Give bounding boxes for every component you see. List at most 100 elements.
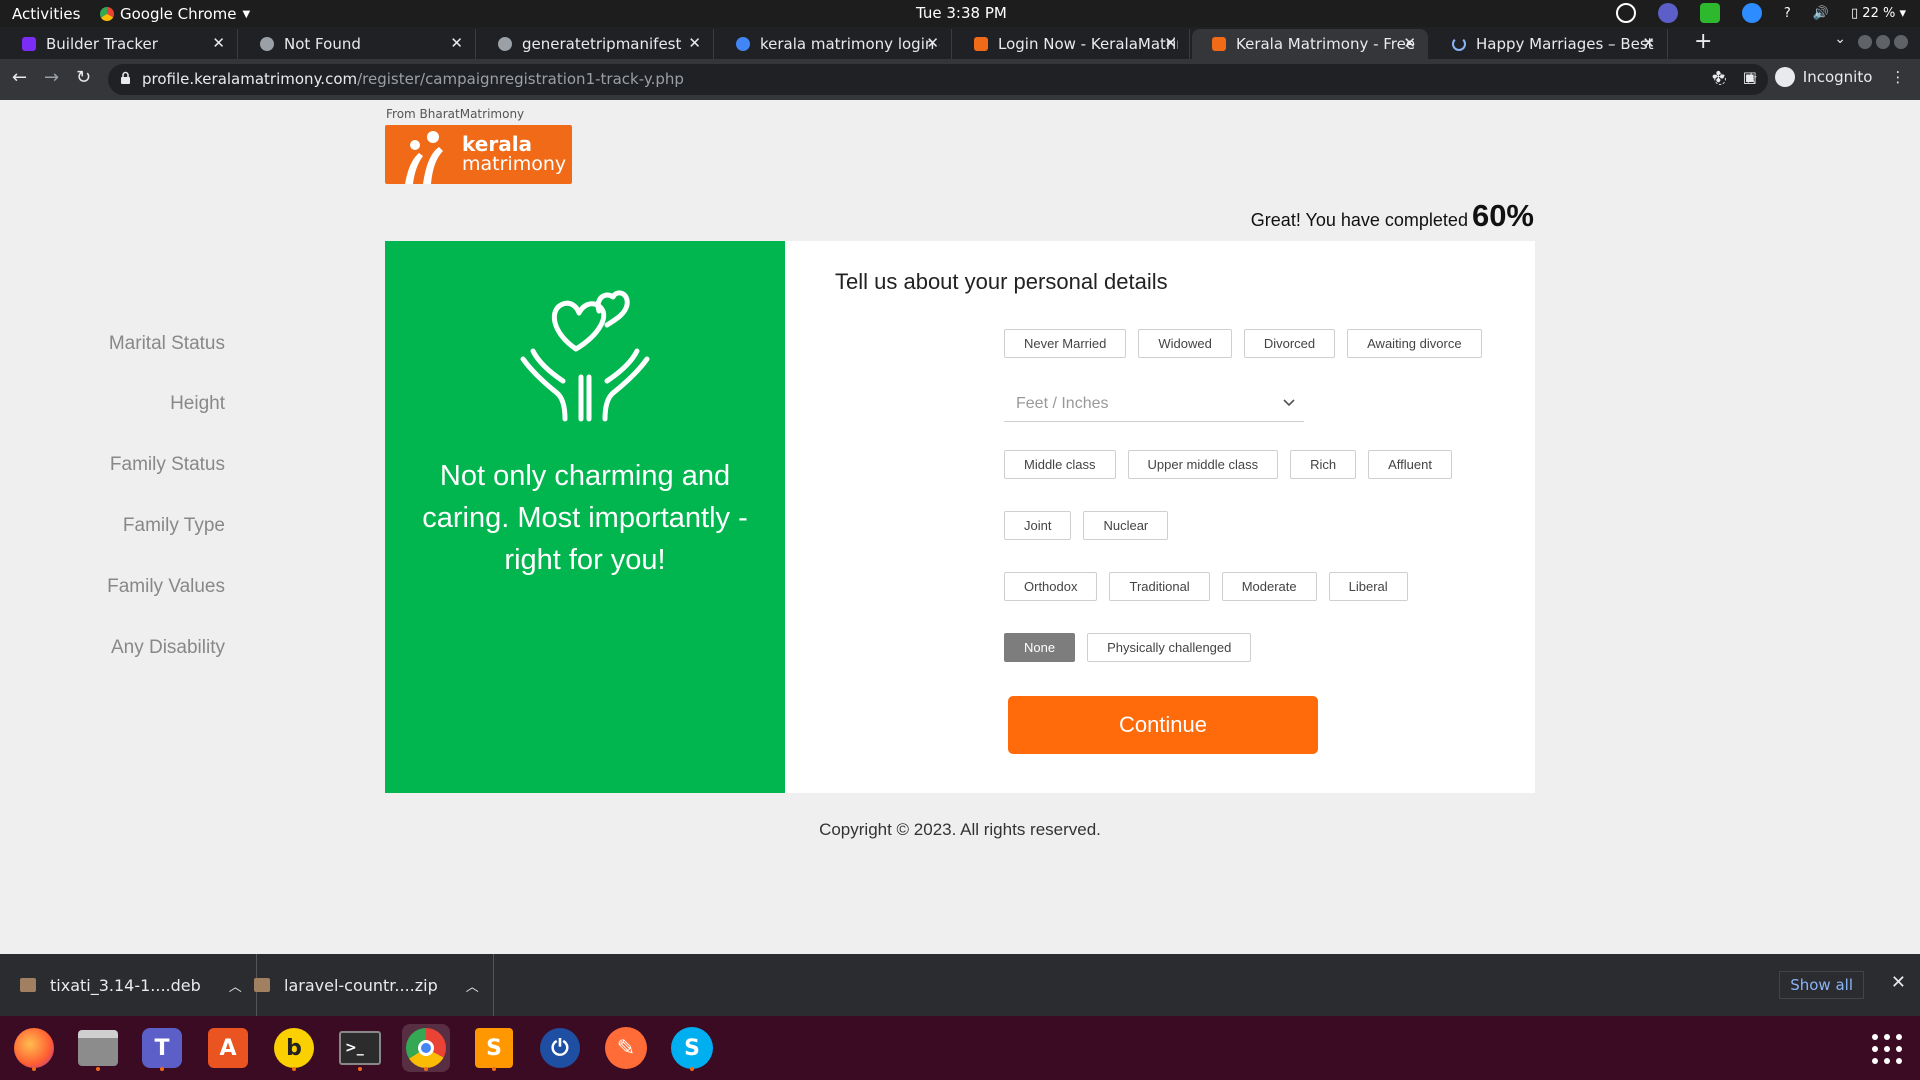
firefox-icon[interactable] — [10, 1024, 58, 1072]
personal-details-form: Tell us about your personal details Mari… — [107, 241, 1535, 793]
close-icon[interactable]: ✕ — [1642, 34, 1655, 52]
height-dropdown[interactable]: Feet / Inches — [1004, 389, 1304, 422]
battery-percent: 22 % — [1862, 5, 1896, 21]
option-upper-middle-class[interactable]: Upper middle class — [1127, 450, 1279, 479]
help-icon[interactable]: ? — [1784, 6, 1791, 21]
postman-icon[interactable]: ✎ — [602, 1024, 650, 1072]
continue-button[interactable]: Continue — [1008, 696, 1318, 754]
close-icon[interactable]: ✕ — [1891, 972, 1906, 993]
minimize-button[interactable] — [1858, 35, 1872, 49]
extensions-puzzle-icon[interactable]: ✤ — [1712, 68, 1725, 86]
option-never-married[interactable]: Never Married — [1004, 329, 1127, 358]
close-icon[interactable]: ✕ — [1403, 34, 1416, 52]
kerala-matrimony-logo[interactable]: kerala matrimony — [385, 125, 572, 184]
tab-google-search[interactable]: kerala matrimony login - C ✕ — [716, 29, 952, 59]
files-icon[interactable] — [74, 1024, 122, 1072]
tab-kerala-matrimony[interactable]: Kerala Matrimony - Free M ✕ — [1192, 29, 1428, 59]
show-applications-icon[interactable] — [1872, 1034, 1902, 1064]
url-path: /register/campaignregistration1-track-y.… — [357, 70, 684, 88]
close-icon[interactable]: ✕ — [212, 34, 225, 52]
option-orthodox[interactable]: Orthodox — [1004, 572, 1098, 601]
sublime-text-icon[interactable]: S — [470, 1024, 518, 1072]
option-nuclear[interactable]: Nuclear — [1083, 511, 1169, 540]
option-joint[interactable]: Joint — [1004, 511, 1072, 540]
option-widowed[interactable]: Widowed — [1138, 329, 1232, 358]
tab-favicon-icon — [22, 37, 36, 51]
disability-options: None Physically challenged — [1004, 633, 1252, 662]
address-bar[interactable]: profile.keralamatrimony.com/register/cam… — [108, 64, 1768, 95]
close-icon[interactable]: ✕ — [1164, 34, 1177, 52]
close-icon[interactable]: ✕ — [926, 34, 939, 52]
skype-icon[interactable]: S — [668, 1024, 716, 1072]
matrimony-favicon-icon — [974, 37, 988, 51]
timer-icon[interactable] — [1615, 3, 1636, 23]
download-item[interactable]: laravel-countr....zip ︿ — [234, 954, 494, 1016]
page-content: From BharatMatrimony kerala matrimony Gr… — [0, 100, 1920, 954]
family-values-options: Orthodox Traditional Moderate Liberal — [1004, 572, 1408, 601]
tab-builder-tracker[interactable]: Builder Tracker ✕ — [2, 29, 238, 59]
kebab-menu-icon[interactable]: ⋮ — [1890, 68, 1905, 86]
teams-tray-icon[interactable] — [1657, 3, 1678, 23]
download-shelf: tixati_3.14-1....deb ︿ laravel-countr...… — [0, 954, 1920, 1016]
time-tracker-icon[interactable]: ⏻ — [536, 1024, 584, 1072]
beekeeper-icon[interactable]: b — [270, 1024, 318, 1072]
side-panel-icon[interactable]: ▣ — [1743, 68, 1757, 86]
option-traditional[interactable]: Traditional — [1109, 572, 1210, 601]
height-label: Height — [170, 393, 225, 414]
lock-icon — [121, 71, 130, 84]
system-tray[interactable]: ? 🔊 ▯ 22 % ▾ — [1615, 3, 1906, 23]
tab-generatetripmanifest[interactable]: generatetripmanifest ✕ — [478, 29, 714, 59]
tab-title: kerala matrimony login - C — [760, 35, 940, 53]
incognito-icon — [1774, 67, 1795, 87]
family-type-label: Family Type — [122, 515, 225, 536]
tab-login-now[interactable]: Login Now - KeralaMatrim ✕ — [954, 29, 1190, 59]
url-host: profile.keralamatrimony.com — [142, 70, 358, 88]
reload-icon[interactable]: ↻ — [76, 67, 91, 88]
option-rich[interactable]: Rich — [1290, 450, 1357, 479]
marital-status-label: Marital Status — [108, 333, 225, 354]
option-middle-class[interactable]: Middle class — [1004, 450, 1116, 479]
close-icon[interactable]: ✕ — [688, 34, 701, 52]
check-tray-icon[interactable] — [1699, 3, 1720, 23]
chrome-dock-icon[interactable] — [402, 1024, 450, 1072]
close-window-button[interactable] — [1894, 35, 1908, 49]
promo-tagline: Not only charming and caring. Most impor… — [422, 460, 748, 576]
activities-button[interactable]: Activities — [12, 5, 80, 23]
battery-indicator[interactable]: ▯ 22 % ▾ — [1851, 6, 1906, 21]
terminal-icon[interactable]: >_ — [336, 1024, 384, 1072]
forward-arrow-icon[interactable]: → — [44, 67, 59, 88]
tab-happy-marriages[interactable]: Happy Marriages – Best M ✕ — [1432, 29, 1668, 59]
download-item[interactable]: tixati_3.14-1....deb ︿ — [0, 954, 257, 1016]
window-controls — [1858, 35, 1908, 49]
option-physically-challenged[interactable]: Physically challenged — [1087, 633, 1252, 662]
option-liberal[interactable]: Liberal — [1328, 572, 1408, 601]
option-awaiting-divorce[interactable]: Awaiting divorce — [1347, 329, 1482, 358]
option-moderate[interactable]: Moderate — [1221, 572, 1317, 601]
maximize-button[interactable] — [1876, 35, 1890, 49]
chevron-down-icon — [1283, 399, 1295, 407]
form-title: Tell us about your personal details — [835, 269, 1168, 294]
incognito-badge[interactable]: Incognito — [1774, 67, 1872, 87]
promo-panel: Not only charming and caring. Most impor… — [385, 241, 785, 793]
disability-label: Any Disability — [110, 637, 225, 658]
app-name: Google Chrome — [120, 5, 237, 23]
back-arrow-icon[interactable]: ← — [12, 67, 27, 88]
system-top-bar: Activities Google Chrome ▼ Tue 3:38 PM ?… — [0, 0, 1920, 27]
volume-icon[interactable]: 🔊 — [1813, 6, 1829, 21]
show-all-downloads-button[interactable]: Show all — [1779, 971, 1864, 999]
tab-not-found[interactable]: Not Found ✕ — [240, 29, 476, 59]
close-icon[interactable]: ✕ — [450, 34, 463, 52]
software-center-icon[interactable]: A — [204, 1024, 252, 1072]
browser-toolbar: ← → ↻ profile.keralamatrimony.com/regist… — [0, 59, 1920, 100]
matrimony-favicon-icon — [1212, 37, 1226, 51]
zoom-tray-icon[interactable] — [1741, 3, 1762, 23]
teams-icon[interactable]: T — [138, 1024, 186, 1072]
option-none[interactable]: None — [1004, 633, 1076, 662]
new-tab-button[interactable]: + — [1694, 29, 1712, 54]
app-menu[interactable]: Google Chrome ▼ — [100, 5, 250, 23]
chevron-up-icon[interactable]: ︿ — [466, 976, 479, 995]
option-divorced[interactable]: Divorced — [1243, 329, 1336, 358]
option-affluent[interactable]: Affluent — [1368, 450, 1452, 479]
clock[interactable]: Tue 3:38 PM — [916, 4, 1007, 22]
tab-search-chevron-icon[interactable]: ⌄ — [1834, 31, 1846, 47]
